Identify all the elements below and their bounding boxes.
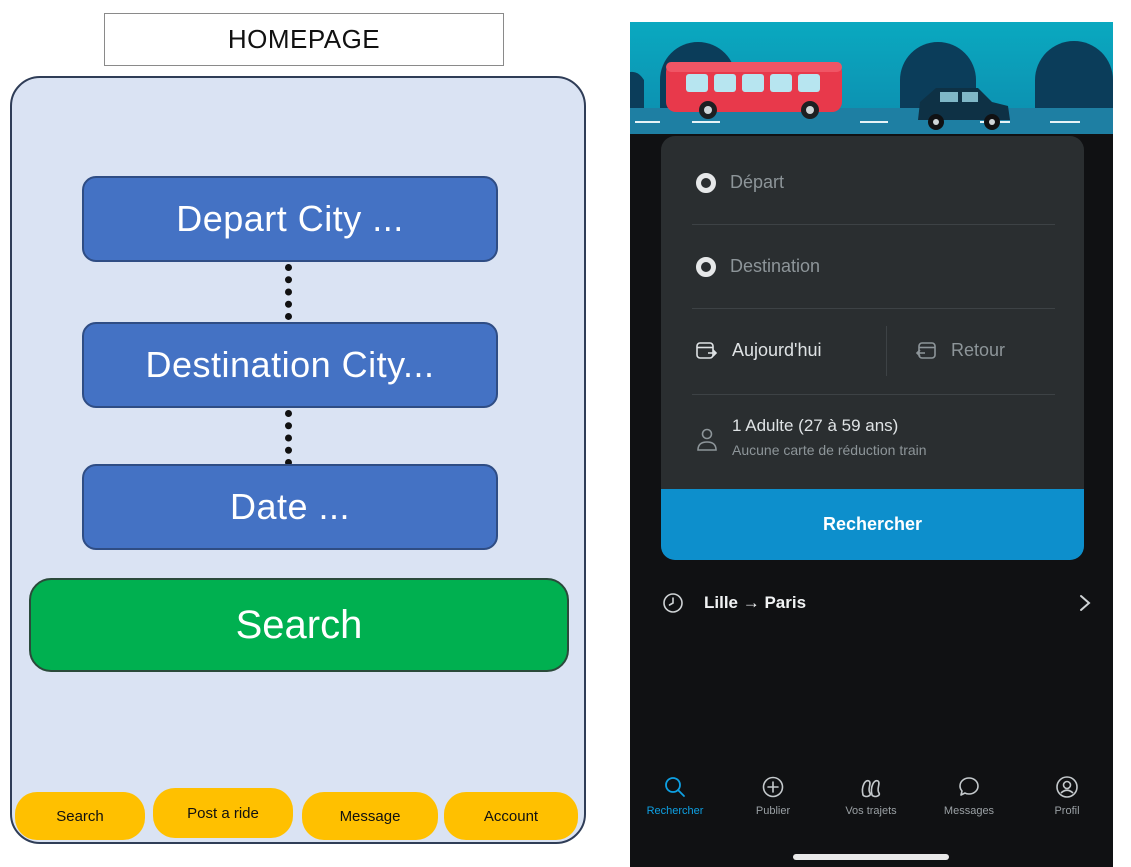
calendar-return-icon: [915, 341, 936, 359]
search-icon: [665, 777, 685, 797]
divider-vertical: [886, 326, 887, 376]
tab-label: Vos trajets: [845, 805, 897, 817]
clock-icon: [663, 593, 683, 613]
home-indicator: [793, 854, 949, 860]
wireframe-tab-account[interactable]: Account: [444, 792, 578, 840]
search-button[interactable]: Rechercher: [661, 489, 1084, 560]
bottom-tab-bar: Rechercher Publier Vos trajets Messages: [630, 767, 1113, 837]
app-screen: Départ Destination Aujourd'hui Retour 1 …: [630, 22, 1113, 867]
wireframe-tab-post-ride[interactable]: Post a ride: [153, 788, 293, 838]
destination-input[interactable]: Destination: [696, 256, 1054, 277]
wireframe-connector-dots: [285, 264, 293, 320]
chevron-right-icon: [1080, 595, 1091, 611]
depart-placeholder: Départ: [730, 172, 785, 192]
plus-circle-icon: [762, 776, 784, 798]
wireframe-destination-field[interactable]: Destination City...: [82, 322, 498, 408]
destination-placeholder: Destination: [730, 256, 821, 276]
passengers-text: 1 Adulte (27 à 59 ans) Aucune carte de r…: [732, 416, 927, 458]
recent-search-row[interactable]: Lille → Paris: [662, 588, 1091, 618]
passengers-count: 1 Adulte (27 à 59 ans): [732, 416, 899, 435]
tab-messages[interactable]: Messages: [924, 767, 1014, 817]
date-picker[interactable]: Aujourd'hui: [696, 340, 876, 361]
person-icon: [697, 428, 717, 451]
trips-icon: [861, 779, 881, 798]
tab-label: Messages: [943, 805, 995, 817]
return-date-picker[interactable]: Retour: [915, 340, 1055, 361]
tab-label: Rechercher: [646, 805, 704, 817]
wireframe-date-field[interactable]: Date ...: [82, 464, 498, 550]
recent-search-route: Lille → Paris: [704, 593, 807, 612]
wireframe-title: HOMEPAGE: [104, 13, 504, 66]
date-value: Aujourd'hui: [732, 340, 822, 360]
tab-publier[interactable]: Publier: [728, 767, 818, 817]
passengers-selector[interactable]: 1 Adulte (27 à 59 ans) Aucune carte de r…: [696, 416, 1054, 458]
origin-marker-icon: [696, 172, 716, 193]
tab-label: Publier: [755, 805, 791, 817]
tab-rechercher[interactable]: Rechercher: [630, 767, 720, 817]
return-label: Retour: [951, 340, 1006, 360]
divider: [692, 394, 1055, 395]
passengers-note: Aucune carte de réduction train: [732, 442, 927, 458]
wireframe-depart-field[interactable]: Depart City ...: [82, 176, 498, 262]
profile-icon: [1056, 776, 1078, 798]
wireframe-tab-message[interactable]: Message: [302, 792, 438, 840]
divider: [692, 224, 1055, 225]
wireframe-search-button[interactable]: Search: [29, 578, 569, 672]
wireframe-phone: Depart City ... Destination City... Date…: [10, 76, 586, 844]
wireframe-tab-search[interactable]: Search: [15, 792, 145, 840]
calendar-depart-icon: [696, 341, 718, 359]
wireframe-connector-dots: [285, 410, 293, 466]
divider: [692, 308, 1055, 309]
tab-profil[interactable]: Profil: [1022, 767, 1112, 817]
tab-label: Profil: [1054, 805, 1080, 817]
destination-marker-icon: [696, 256, 716, 277]
depart-input[interactable]: Départ: [696, 172, 1054, 193]
chat-bubble-icon: [959, 777, 979, 796]
search-form-card: Départ Destination Aujourd'hui Retour 1 …: [661, 136, 1084, 560]
tab-vos-trajets[interactable]: Vos trajets: [826, 767, 916, 817]
